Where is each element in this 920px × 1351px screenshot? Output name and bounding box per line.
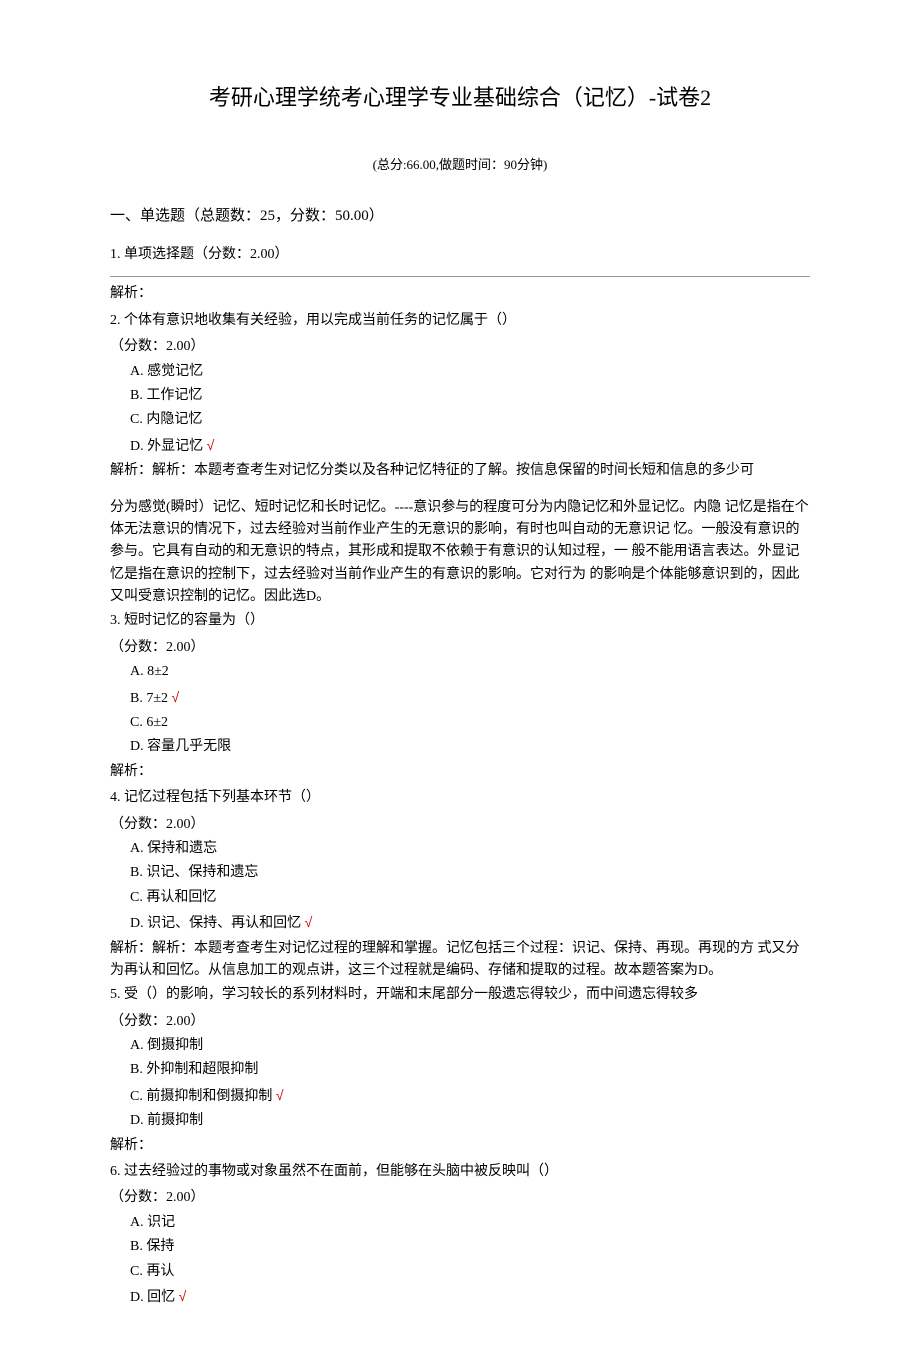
q3-opt-c: C. 6±2 xyxy=(130,712,810,734)
q3-opt-b-text: B. 7±2 xyxy=(130,691,172,706)
check-icon: √ xyxy=(276,1087,284,1103)
check-icon: √ xyxy=(172,689,180,705)
q3-analysis: 解析： xyxy=(110,761,810,783)
q4-opt-d-text: D. 识记、保持、再认和回忆 xyxy=(130,916,305,931)
q2-stem: 2. 个体有意识地收集有关经验，用以完成当前任务的记忆属于（） xyxy=(110,310,810,332)
q5-stem: 5. 受（）的影响，学习较长的系列材料时，开端和末尾部分一般遗忘得较少，而中间遗… xyxy=(110,984,810,1006)
q6-points: （分数：2.00） xyxy=(110,1187,810,1209)
q3-stem: 3. 短时记忆的容量为（） xyxy=(110,610,810,632)
q5-opt-c-text: C. 前摄抑制和倒摄抑制 xyxy=(130,1089,276,1104)
q2-analysis-2: 分为感觉(瞬时）记忆、短时记忆和长时记忆。----意识参与的程度可分为内隐记忆和… xyxy=(110,497,810,609)
q1-stem: 1. 单项选择题（分数：2.00） xyxy=(110,244,810,266)
check-icon: √ xyxy=(207,437,215,453)
exam-meta: (总分:66.00,做题时间：90分钟) xyxy=(110,155,810,176)
q4-stem: 4. 记忆过程包括下列基本环节（） xyxy=(110,787,810,809)
q5-opt-c: C. 前摄抑制和倒摄抑制 √ xyxy=(130,1084,810,1108)
page-title: 考研心理学统考心理学专业基础综合（记忆）-试卷2 xyxy=(110,80,810,115)
q5-analysis: 解析： xyxy=(110,1135,810,1157)
q3-opt-d: D. 容量几乎无限 xyxy=(130,736,810,758)
check-icon: √ xyxy=(305,914,313,930)
q4-opt-a: A. 保持和遗忘 xyxy=(130,838,810,860)
q2-points: （分数：2.00） xyxy=(110,336,810,358)
q2-opt-d-text: D. 外显记忆 xyxy=(130,439,207,454)
q4-opt-c: C. 再认和回忆 xyxy=(130,887,810,909)
q2-opt-d: D. 外显记忆 √ xyxy=(130,434,810,458)
q6-stem: 6. 过去经验过的事物或对象虽然不在面前，但能够在头脑中被反映叫（） xyxy=(110,1161,810,1183)
q4-opt-d: D. 识记、保持、再认和回忆 √ xyxy=(130,911,810,935)
q6-opt-a: A. 识记 xyxy=(130,1212,810,1234)
q2-opt-c: C. 内隐记忆 xyxy=(130,409,810,431)
q6-opt-b: B. 保持 xyxy=(130,1236,810,1258)
q6-opt-d: D. 回忆 √ xyxy=(130,1285,810,1309)
q4-opt-b: B. 识记、保持和遗忘 xyxy=(130,862,810,884)
q4-analysis: 解析：解析：本题考查考生对记忆过程的理解和掌握。记忆包括三个过程：识记、保持、再… xyxy=(110,938,810,983)
q6-opt-d-text: D. 回忆 xyxy=(130,1290,179,1305)
q3-opt-a: A. 8±2 xyxy=(130,661,810,683)
q3-opt-b: B. 7±2 √ xyxy=(130,686,810,710)
q2-opt-b: B. 工作记忆 xyxy=(130,385,810,407)
q5-points: （分数：2.00） xyxy=(110,1011,810,1033)
document-page: 考研心理学统考心理学专业基础综合（记忆）-试卷2 (总分:66.00,做题时间：… xyxy=(0,0,920,1351)
q5-opt-a: A. 倒摄抑制 xyxy=(130,1035,810,1057)
q2-analysis-1: 解析：解析：本题考查考生对记忆分类以及各种记忆特征的了解。按信息保留的时间长短和… xyxy=(110,460,810,482)
q3-points: （分数：2.00） xyxy=(110,637,810,659)
q5-opt-b: B. 外抑制和超限抑制 xyxy=(130,1059,810,1081)
q4-points: （分数：2.00） xyxy=(110,814,810,836)
separator xyxy=(110,276,810,277)
q5-opt-d: D. 前摄抑制 xyxy=(130,1110,810,1132)
q1-analysis: 解析： xyxy=(110,283,810,305)
q6-opt-c: C. 再认 xyxy=(130,1261,810,1283)
section-header: 一、单选题（总题数：25，分数：50.00） xyxy=(110,204,810,228)
q2-opt-a: A. 感觉记忆 xyxy=(130,361,810,383)
